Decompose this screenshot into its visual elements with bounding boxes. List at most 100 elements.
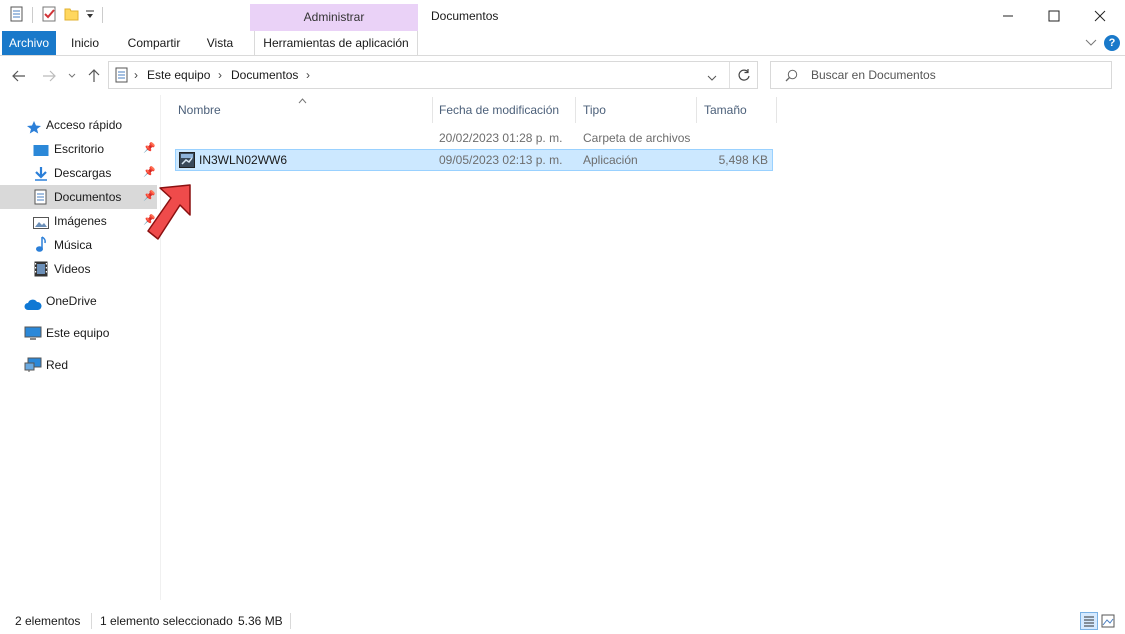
tab-compartir[interactable]: Compartir (120, 31, 188, 55)
arrow-left-icon (12, 70, 25, 82)
videos-icon (34, 261, 50, 277)
sidebar-item-acceso-rapido[interactable]: Acceso rápido (26, 113, 156, 137)
window-title: Documentos (431, 9, 499, 23)
details-view-icon (1084, 616, 1094, 627)
sidebar-item-este-equipo[interactable]: Este equipo (24, 321, 156, 345)
file-name: IN3WLN02WW6 (199, 153, 288, 167)
search-box[interactable]: Buscar en Documentos (770, 61, 1112, 89)
application-icon (179, 152, 195, 171)
refresh-icon[interactable] (737, 68, 751, 85)
sidebar-item-videos[interactable]: Videos (33, 257, 156, 281)
sidebar-item-onedrive[interactable]: OneDrive (24, 289, 156, 313)
sidebar-item-label: Este equipo (46, 326, 110, 340)
column-header-tipo[interactable]: Tipo (583, 103, 606, 117)
sidebar-item-label: Videos (54, 262, 91, 276)
search-icon (785, 69, 798, 85)
sidebar-item-label: OneDrive (46, 294, 97, 308)
status-selection: 1 elemento seleccionado (100, 614, 233, 628)
sidebar-item-label: Descargas (54, 166, 112, 180)
sidebar-item-label: Acceso rápido (46, 118, 123, 132)
recent-locations-button[interactable] (66, 65, 78, 87)
column-divider[interactable] (776, 97, 777, 123)
column-divider[interactable] (432, 97, 433, 123)
sidebar-item-musica[interactable]: Música (33, 233, 156, 257)
new-folder-icon[interactable] (64, 6, 80, 25)
file-modified: 20/02/2023 01:28 p. m. (439, 131, 563, 145)
sidebar-item-escritorio[interactable]: Escritorio (33, 137, 156, 161)
sort-ascending-icon (298, 93, 307, 107)
network-icon (24, 357, 42, 372)
checkmark-properties-icon[interactable] (42, 6, 57, 25)
tab-herramientas-aplicacion[interactable]: Herramientas de aplicación (254, 31, 418, 55)
star-icon (26, 118, 42, 134)
back-button[interactable] (10, 65, 28, 87)
arrow-up-icon (88, 69, 100, 82)
chevron-down-icon (68, 73, 76, 78)
address-history-chevron-icon[interactable] (707, 71, 717, 85)
divider (102, 7, 103, 23)
music-icon (35, 236, 51, 252)
breadcrumb-separator-icon[interactable]: › (134, 68, 138, 82)
arrow-right-icon (43, 70, 56, 82)
documents-icon (115, 67, 129, 86)
help-button[interactable]: ? (1104, 35, 1120, 51)
sidebar-item-imagenes[interactable]: Imágenes (33, 209, 156, 233)
tab-inicio[interactable]: Inicio (62, 31, 108, 55)
file-type: Aplicación (583, 153, 638, 167)
sidebar-item-red[interactable]: Red (24, 353, 156, 377)
status-item-count: 2 elementos (15, 614, 81, 628)
large-icons-view-icon (1101, 614, 1115, 628)
tab-archivo[interactable]: Archivo (2, 31, 56, 55)
column-header-tamano[interactable]: Tamaño (704, 103, 747, 117)
table-row[interactable]: IN3WLN02WW6 09/05/2023 02:13 p. m. Aplic… (175, 149, 773, 171)
customize-toolbar-icon[interactable] (85, 8, 95, 23)
breadcrumb-este-equipo[interactable]: Este equipo (147, 68, 210, 82)
large-icons-view-button[interactable] (1101, 614, 1115, 631)
divider (729, 62, 730, 88)
sidebar-item-descargas[interactable]: Descargas (33, 161, 156, 185)
sidebar-item-label: Imágenes (54, 214, 107, 228)
maximize-button[interactable] (1031, 0, 1077, 31)
minimize-button[interactable] (985, 0, 1031, 31)
title-bar: Administrar Documentos (0, 0, 1125, 31)
desktop-icon (33, 142, 49, 156)
maximize-icon (1048, 10, 1060, 21)
annotation-arrow-icon (143, 182, 195, 245)
breadcrumb-separator-icon[interactable]: › (306, 68, 310, 82)
column-header-fecha[interactable]: Fecha de modificación (439, 103, 559, 117)
file-size: 5,498 KB (718, 153, 768, 167)
column-divider[interactable] (696, 97, 697, 123)
divider (290, 613, 291, 629)
tab-vista[interactable]: Vista (200, 31, 240, 55)
expand-ribbon-icon[interactable] (1085, 36, 1097, 50)
documents-icon (34, 189, 50, 205)
status-selection-size: 5.36 MB (238, 614, 283, 628)
close-icon (1094, 10, 1106, 21)
close-button[interactable] (1077, 0, 1123, 31)
file-modified: 09/05/2023 02:13 p. m. (439, 153, 563, 167)
file-type: Carpeta de archivos (583, 131, 691, 145)
sidebar-item-label: Escritorio (54, 142, 105, 156)
breadcrumb-documentos[interactable]: Documentos (231, 68, 298, 82)
up-button[interactable] (85, 65, 103, 87)
pin-icon[interactable]: 📌 (143, 143, 155, 154)
column-header-nombre[interactable]: Nombre (178, 103, 221, 117)
details-view-button[interactable] (1080, 612, 1098, 630)
properties-icon[interactable] (10, 6, 24, 25)
address-bar[interactable]: › Este equipo › Documentos › (108, 61, 758, 89)
breadcrumb-separator-icon[interactable]: › (218, 68, 222, 82)
sidebar-item-label: Música (54, 238, 93, 252)
forward-button[interactable] (40, 65, 58, 87)
pin-icon[interactable]: 📌 (143, 167, 155, 178)
sidebar-item-label: Red (46, 358, 69, 372)
cloud-icon (24, 295, 42, 310)
sidebar-item-label: Documentos (54, 190, 122, 204)
column-divider[interactable] (575, 97, 576, 123)
divider (91, 613, 92, 629)
pane-divider[interactable] (160, 95, 161, 600)
sidebar-item-documentos[interactable]: Documentos (33, 185, 156, 209)
computer-icon (24, 325, 42, 340)
table-row[interactable]: 20/02/2023 01:28 p. m. Carpeta de archiv… (175, 128, 773, 150)
search-input[interactable]: Buscar en Documentos (811, 68, 936, 82)
ribbon-tabs: Archivo Inicio Compartir Vista Herramien… (0, 31, 1125, 56)
